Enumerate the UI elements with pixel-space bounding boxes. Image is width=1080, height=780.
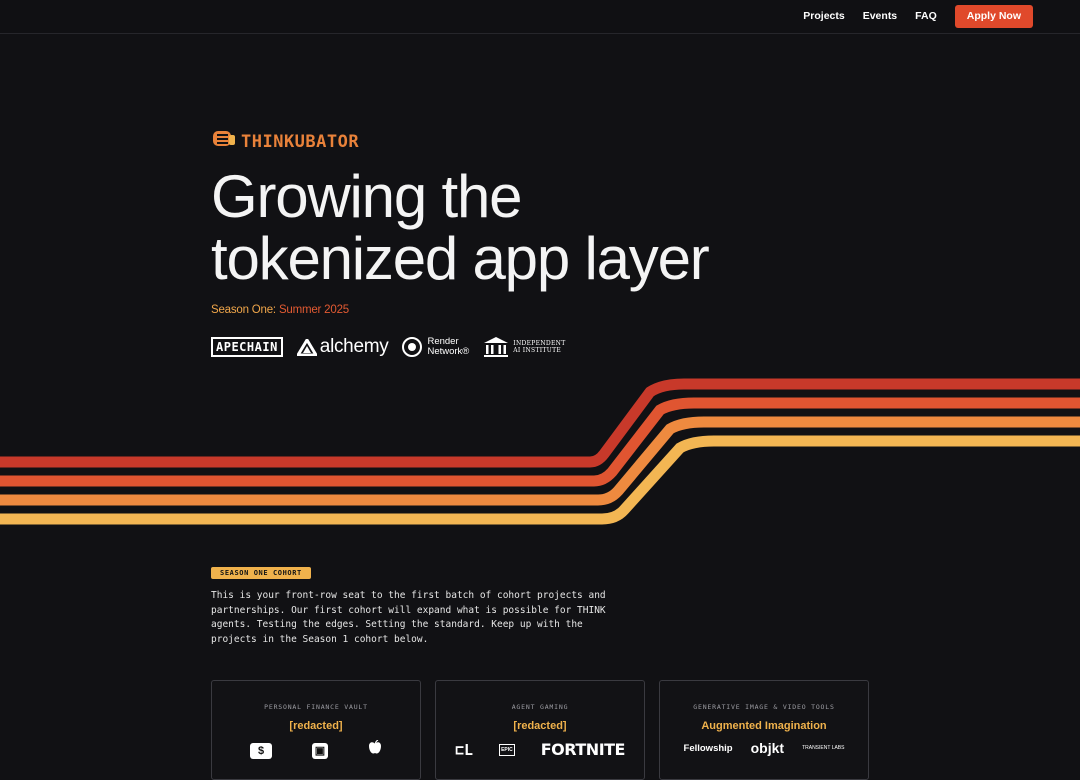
alchemy-label: alchemy bbox=[319, 336, 389, 357]
institute-building-icon bbox=[484, 337, 509, 357]
cash-app-icon: $ bbox=[250, 742, 272, 759]
project-card-personal-finance[interactable]: PERSONAL FINANCE VAULT [redacted] $ ▣ bbox=[211, 680, 421, 780]
season-key: Season One: bbox=[211, 304, 276, 316]
card-title: Augmented Imagination bbox=[701, 720, 827, 732]
apply-now-button[interactable]: Apply Now bbox=[954, 5, 1033, 28]
nav-link-projects[interactable]: Projects bbox=[803, 5, 844, 28]
transient-labs-logo: TRANSIENT LABS bbox=[802, 745, 845, 751]
epic-games-logo: EPIC bbox=[499, 743, 515, 756]
season-label: Season One: Summer 2025 bbox=[211, 304, 349, 316]
cl-logo: ⊏L bbox=[455, 740, 474, 759]
iai-label: INDEPENDENT AI INSTITUTE bbox=[513, 340, 565, 354]
nav-links: Projects Events FAQ Apply Now bbox=[803, 5, 1033, 28]
apple-icon bbox=[368, 739, 382, 761]
independent-ai-institute-logo: INDEPENDENT AI INSTITUTE bbox=[483, 336, 565, 358]
top-nav: Projects Events FAQ Apply Now bbox=[0, 0, 1080, 34]
card-category: PERSONAL FINANCE VAULT bbox=[264, 703, 368, 711]
hero-title-line1: Growing the bbox=[211, 163, 522, 230]
render-label-line2: Network® bbox=[427, 346, 470, 357]
card-title: [redacted] bbox=[513, 720, 567, 732]
project-card-agent-gaming[interactable]: AGENT GAMING [redacted] ⊏L EPIC FORTNITE bbox=[435, 680, 645, 780]
brand-wordmark: THINKUBATOR bbox=[241, 131, 360, 152]
fortnite-logo: FORTNITE bbox=[540, 740, 626, 759]
objkt-logo: objkt bbox=[750, 740, 785, 756]
cohort-intro-text: This is your front-row seat to the first… bbox=[211, 590, 606, 645]
alchemy-logo: alchemy bbox=[296, 336, 389, 358]
card-title: [redacted] bbox=[289, 720, 343, 732]
card-category: GENERATIVE IMAGE & VIDEO TOOLS bbox=[693, 703, 835, 711]
nav-link-faq[interactable]: FAQ bbox=[915, 5, 937, 28]
fist-icon bbox=[211, 128, 237, 155]
hero-title: Growing the tokenized app layer bbox=[211, 163, 710, 292]
fellowship-logo: Fellowship bbox=[683, 742, 733, 754]
card-logos: $ ▣ bbox=[212, 739, 420, 761]
card-logos: ⊏L EPIC FORTNITE bbox=[436, 740, 644, 759]
render-network-logo: Render Network® bbox=[402, 337, 469, 357]
card-logos: Fellowship objkt TRANSIENT LABS bbox=[660, 740, 868, 756]
hero-title-line2: tokenized app layer bbox=[211, 225, 710, 292]
iai-label-line2: AI INSTITUTE bbox=[513, 347, 562, 354]
season-cohort-badge: SEASON ONE COHORT bbox=[211, 567, 311, 579]
thinkubator-logo[interactable]: THINKUBATOR bbox=[211, 128, 359, 155]
alchemy-icon bbox=[296, 338, 317, 356]
card-category: AGENT GAMING bbox=[511, 703, 569, 711]
square-icon: ▣ bbox=[312, 742, 328, 759]
decorative-stripes bbox=[0, 378, 1080, 525]
nav-link-events[interactable]: Events bbox=[863, 5, 897, 28]
partner-logos: APECHAIN alchemy Render Network® INDEPEN… bbox=[211, 336, 566, 358]
render-label: Render Network® bbox=[427, 337, 469, 357]
render-icon bbox=[402, 337, 423, 357]
project-card-generative-tools[interactable]: GENERATIVE IMAGE & VIDEO TOOLS Augmented… bbox=[659, 680, 869, 780]
apechain-logo: APECHAIN bbox=[211, 337, 283, 357]
season-value: Summer 2025 bbox=[278, 304, 349, 316]
iai-label-line1: INDEPENDENT bbox=[513, 340, 566, 347]
